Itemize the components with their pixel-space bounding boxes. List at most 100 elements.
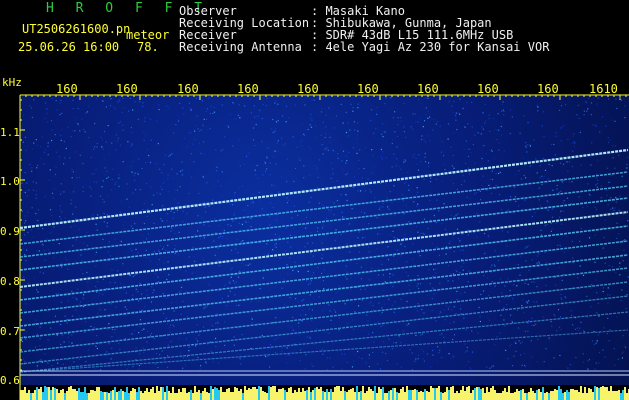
noise-speck (529, 144, 531, 146)
strip-bar (336, 386, 338, 400)
strip-bar (494, 390, 496, 400)
noise-speck (161, 172, 163, 174)
noise-speck (146, 341, 148, 343)
noise-speck (340, 194, 342, 196)
noise-speck (526, 246, 528, 248)
noise-speck (216, 321, 219, 323)
noise-speck (507, 358, 509, 360)
noise-speck (310, 280, 312, 282)
noise-speck (119, 121, 122, 123)
noise-speck (412, 128, 414, 130)
noise-speck (387, 259, 390, 261)
noise-speck (229, 282, 231, 284)
noise-speck (463, 148, 465, 150)
noise-speck (531, 290, 534, 292)
noise-speck (43, 151, 45, 153)
noise-speck (568, 181, 571, 183)
noise-speck (292, 136, 294, 138)
strip-bar (550, 391, 552, 400)
noise-speck (39, 345, 41, 347)
strip-bar (34, 390, 36, 400)
noise-speck (146, 149, 148, 151)
noise-speck (536, 262, 538, 264)
strip-bar (194, 386, 196, 400)
noise-speck (205, 362, 207, 364)
noise-speck (119, 100, 121, 102)
strip-bar (446, 387, 448, 400)
noise-speck (368, 246, 370, 248)
noise-speck (354, 129, 356, 131)
noise-speck (55, 151, 57, 153)
noise-speck (47, 311, 49, 313)
noise-speck (468, 361, 470, 363)
noise-speck (53, 226, 55, 228)
noise-speck (364, 212, 366, 214)
noise-speck (93, 148, 95, 150)
noise-speck (330, 162, 332, 164)
noise-speck (626, 167, 628, 169)
noise-speck (587, 183, 589, 185)
noise-speck (531, 356, 533, 358)
noise-speck (466, 196, 468, 198)
noise-speck (263, 278, 265, 280)
noise-speck (511, 365, 514, 367)
noise-speck (326, 357, 328, 359)
noise-speck (86, 232, 88, 234)
strip-bar (514, 392, 516, 400)
noise-speck (134, 223, 136, 225)
noise-speck (469, 173, 471, 175)
noise-speck (465, 140, 467, 142)
noise-speck (60, 99, 62, 102)
strip-bar (342, 387, 344, 400)
strip-bar (138, 387, 140, 400)
noise-speck (310, 126, 313, 128)
noise-speck (321, 257, 323, 259)
noise-speck (44, 117, 46, 119)
noise-speck (171, 168, 173, 170)
noise-speck (358, 159, 360, 161)
noise-speck (412, 113, 414, 115)
noise-speck (102, 198, 104, 201)
noise-speck (602, 287, 605, 289)
noise-speck (531, 215, 533, 217)
noise-speck (129, 274, 131, 276)
noise-speck (261, 149, 263, 151)
strip-bar (266, 393, 268, 400)
strip-bar (484, 393, 486, 400)
strip-bar (502, 391, 504, 400)
noise-speck (104, 167, 106, 169)
noise-speck (81, 118, 83, 120)
noise-speck (332, 181, 334, 183)
noise-speck (345, 269, 347, 271)
noise-speck (342, 122, 344, 124)
noise-speck (537, 253, 540, 255)
noise-speck (418, 154, 420, 156)
noise-speck (500, 126, 502, 128)
noise-speck (107, 251, 110, 253)
noise-speck (524, 164, 526, 166)
noise-speck (521, 305, 523, 307)
noise-speck (150, 333, 153, 335)
noise-speck (534, 212, 536, 214)
noise-speck (285, 105, 288, 107)
noise-speck (93, 173, 95, 175)
noise-speck (379, 182, 382, 185)
strip-bar (78, 388, 80, 400)
strip-bar (228, 388, 230, 400)
noise-speck (283, 144, 285, 146)
noise-speck (194, 138, 196, 141)
noise-speck (103, 130, 106, 133)
noise-speck (568, 161, 570, 163)
noise-speck (85, 321, 87, 323)
noise-speck (131, 214, 133, 217)
noise-speck (297, 334, 300, 336)
noise-speck (619, 266, 621, 268)
noise-speck (618, 154, 620, 156)
noise-speck (23, 114, 25, 116)
noise-speck (106, 214, 108, 216)
noise-speck (184, 364, 186, 366)
noise-speck (40, 359, 42, 361)
noise-speck (276, 338, 278, 340)
strip-bar (184, 388, 186, 400)
noise-speck (507, 231, 509, 233)
